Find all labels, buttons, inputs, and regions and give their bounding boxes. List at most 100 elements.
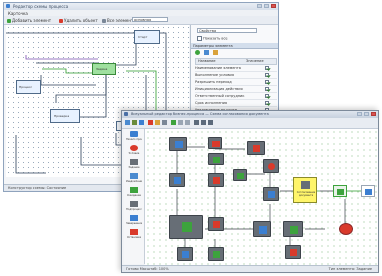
property-label: Инициализация действия	[195, 87, 243, 91]
process-node[interactable]	[169, 173, 185, 187]
process-node[interactable]	[208, 137, 222, 149]
maximize-button[interactable]	[364, 112, 369, 116]
add-icon[interactable]	[195, 50, 200, 55]
process-node[interactable]	[263, 187, 279, 201]
palette-item-task[interactable]: Задание	[126, 159, 142, 171]
process-node[interactable]	[263, 159, 279, 173]
minimize-button[interactable]	[257, 4, 262, 8]
palette-item-subprocess[interactable]: Подпроцесс	[126, 201, 142, 213]
stop-node[interactable]	[339, 223, 353, 235]
approve-icon	[237, 173, 244, 179]
grid-icon[interactable]	[208, 120, 213, 125]
check-icon	[337, 189, 344, 195]
property-label: Срок исполнения	[195, 101, 228, 105]
show-all-checkbox[interactable]	[197, 36, 202, 41]
scheme-select[interactable]: основная	[132, 17, 168, 22]
stop-icon	[212, 141, 220, 147]
property-row[interactable]: Ответственный сотрудник	[195, 93, 277, 100]
property-row[interactable]: Выполнение условия	[195, 72, 277, 79]
process-node[interactable]	[253, 221, 271, 237]
panel-toolbar	[195, 50, 218, 55]
minimize-button[interactable]	[357, 112, 362, 116]
property-checkbox[interactable]	[265, 94, 269, 98]
element-palette: Начало процесса Условие Задание Уведомле…	[124, 129, 145, 264]
flag-icon	[253, 145, 260, 152]
status-text: Готово Масштаб: 100%	[126, 267, 169, 271]
process-node[interactable]: Процесс	[16, 80, 41, 94]
palette-item-notify[interactable]: Уведомление	[126, 173, 142, 185]
clock-icon	[130, 187, 138, 193]
process-node[interactable]	[208, 153, 224, 165]
check-icon	[213, 251, 220, 258]
redo-icon[interactable]	[162, 120, 167, 125]
start-node[interactable]: Старт	[134, 30, 160, 44]
start-icon	[175, 141, 183, 148]
save-icon[interactable]	[139, 120, 144, 125]
palette-item-end[interactable]: Завершение	[126, 215, 142, 227]
check-node[interactable]: Проверка	[50, 109, 80, 123]
property-row[interactable]: Наименование элемента	[195, 65, 277, 72]
process-node[interactable]	[208, 247, 224, 261]
section-header: Параметры элемента	[191, 43, 278, 49]
stop-icon	[130, 229, 138, 235]
property-checkbox[interactable]	[265, 66, 269, 70]
add-element-button[interactable]: Добавить элемент	[7, 18, 51, 23]
open-icon[interactable]	[132, 120, 137, 125]
maximize-button[interactable]	[264, 4, 269, 8]
window-controls	[357, 112, 376, 116]
run-icon[interactable]	[171, 120, 176, 125]
window-controls	[257, 4, 276, 8]
property-checkbox[interactable]	[265, 80, 269, 84]
status-bar: Готово Масштаб: 100% Тип элемента: Задан…	[122, 265, 378, 272]
selected-task-node[interactable]: Согласование документа	[293, 177, 317, 203]
process-node[interactable]	[177, 247, 193, 261]
process-node[interactable]	[285, 245, 301, 259]
end-node[interactable]	[361, 185, 375, 197]
property-checkbox[interactable]	[265, 101, 269, 105]
task-node[interactable]: Задача	[92, 63, 116, 75]
palette-item-wait[interactable]: Ожидание	[126, 187, 142, 199]
zoom-in-icon[interactable]	[178, 120, 183, 125]
property-row[interactable]: Инициализация действия	[195, 86, 277, 93]
palette-item-stop[interactable]: Остановка	[126, 229, 142, 241]
close-button[interactable]	[371, 112, 376, 116]
zoom-out-icon[interactable]	[185, 120, 190, 125]
undo-icon[interactable]	[155, 120, 160, 125]
process-node[interactable]	[169, 137, 187, 151]
property-checkbox[interactable]	[265, 73, 269, 77]
status-element-type: Тип элемента: Задание	[328, 267, 372, 271]
reject-icon	[290, 249, 297, 256]
property-row[interactable]: Срок исполнения	[195, 100, 277, 107]
edit-icon[interactable]	[204, 50, 209, 55]
delete-icon[interactable]	[148, 120, 153, 125]
document-icon	[301, 181, 310, 189]
property-label: Ответственный сотрудник	[195, 94, 245, 98]
task-icon	[130, 159, 138, 165]
process-node[interactable]	[283, 221, 303, 237]
property-row[interactable]: Разрешить переход	[195, 79, 277, 86]
subprocess-node[interactable]	[169, 215, 203, 239]
check-icon	[213, 157, 220, 163]
palette-item-condition[interactable]: Условие	[126, 145, 142, 157]
start-icon	[130, 131, 138, 137]
window-title: Визуальный редактор бизнес-процесса — Сх…	[131, 112, 269, 116]
process-canvas[interactable]: Согласование документа	[145, 129, 378, 265]
layout-icon[interactable]	[194, 120, 199, 125]
settings-icon[interactable]	[213, 50, 218, 55]
end-icon	[365, 189, 372, 195]
process-node[interactable]	[208, 217, 224, 231]
process-node[interactable]	[233, 169, 247, 181]
process-node[interactable]	[208, 173, 224, 187]
palette-item-start[interactable]: Начало процесса	[126, 131, 142, 143]
property-checkbox[interactable]	[265, 87, 269, 91]
list-icon	[102, 18, 106, 23]
show-all-option[interactable]: Показать все	[197, 36, 228, 41]
properties-select[interactable]: Свойства	[197, 28, 257, 33]
close-button[interactable]	[271, 4, 276, 8]
process-node[interactable]	[247, 141, 265, 155]
delete-object-button[interactable]: Удалить объект	[59, 18, 98, 23]
new-icon[interactable]	[125, 120, 130, 125]
align-icon[interactable]	[201, 120, 206, 125]
window-title: Редактор схемы процесса	[13, 4, 69, 9]
process-node[interactable]	[333, 185, 347, 197]
